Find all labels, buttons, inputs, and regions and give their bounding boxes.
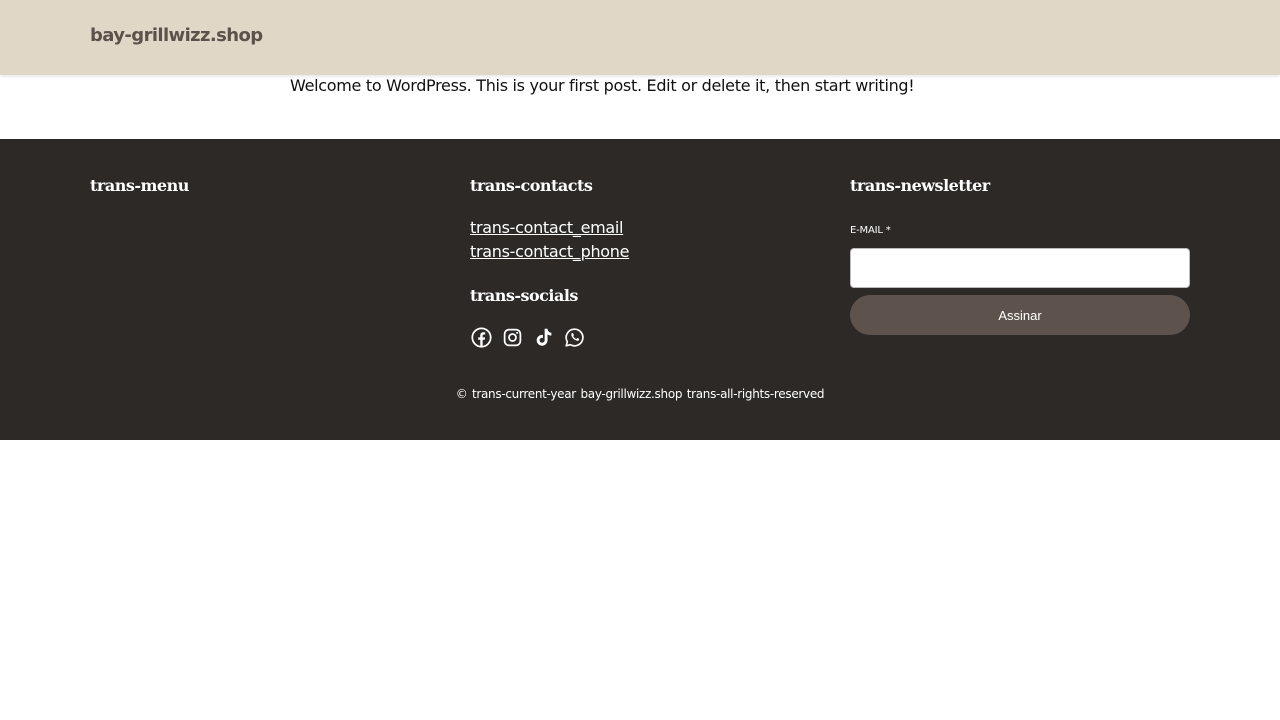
footer-newsletter-heading: trans-newsletter (850, 176, 990, 195)
contact-phone-link[interactable]: trans-contact_phone (470, 242, 629, 261)
instagram-icon (503, 328, 522, 347)
copyright-symbol: © (455, 387, 468, 401)
site-title-link[interactable]: bay-grillwizz.shop (90, 25, 263, 46)
tiktok-icon (536, 328, 552, 346)
footer-menu-heading: trans-menu (90, 176, 189, 195)
site-footer: trans-menu trans-contacts trans-contact_… (0, 139, 1280, 440)
whatsapp-icon (565, 328, 584, 347)
copyright-site: bay-grillwizz.shop (580, 387, 683, 401)
facebook-link[interactable] (471, 327, 492, 348)
copyright-line: © trans-current-year bay-grillwizz.shop … (0, 387, 1280, 401)
post-content: Welcome to WordPress. This is your first… (290, 76, 915, 95)
contact-email-link[interactable]: trans-contact_email (470, 218, 624, 237)
whatsapp-link[interactable] (564, 327, 585, 348)
newsletter-email-input[interactable] (850, 248, 1190, 288)
social-links (471, 327, 585, 348)
facebook-icon (471, 327, 492, 348)
copyright-year: trans-current-year (471, 387, 576, 401)
tiktok-link[interactable] (533, 327, 554, 348)
footer-socials-heading: trans-socials (470, 286, 578, 305)
subscribe-button[interactable]: Assinar (850, 295, 1190, 335)
copyright-rights: trans-all-rights-reserved (686, 387, 825, 401)
instagram-link[interactable] (502, 327, 523, 348)
footer-contacts-heading: trans-contacts (470, 176, 593, 195)
site-header: bay-grillwizz.shop (0, 0, 1280, 75)
email-label: E-MAIL * (850, 225, 891, 236)
